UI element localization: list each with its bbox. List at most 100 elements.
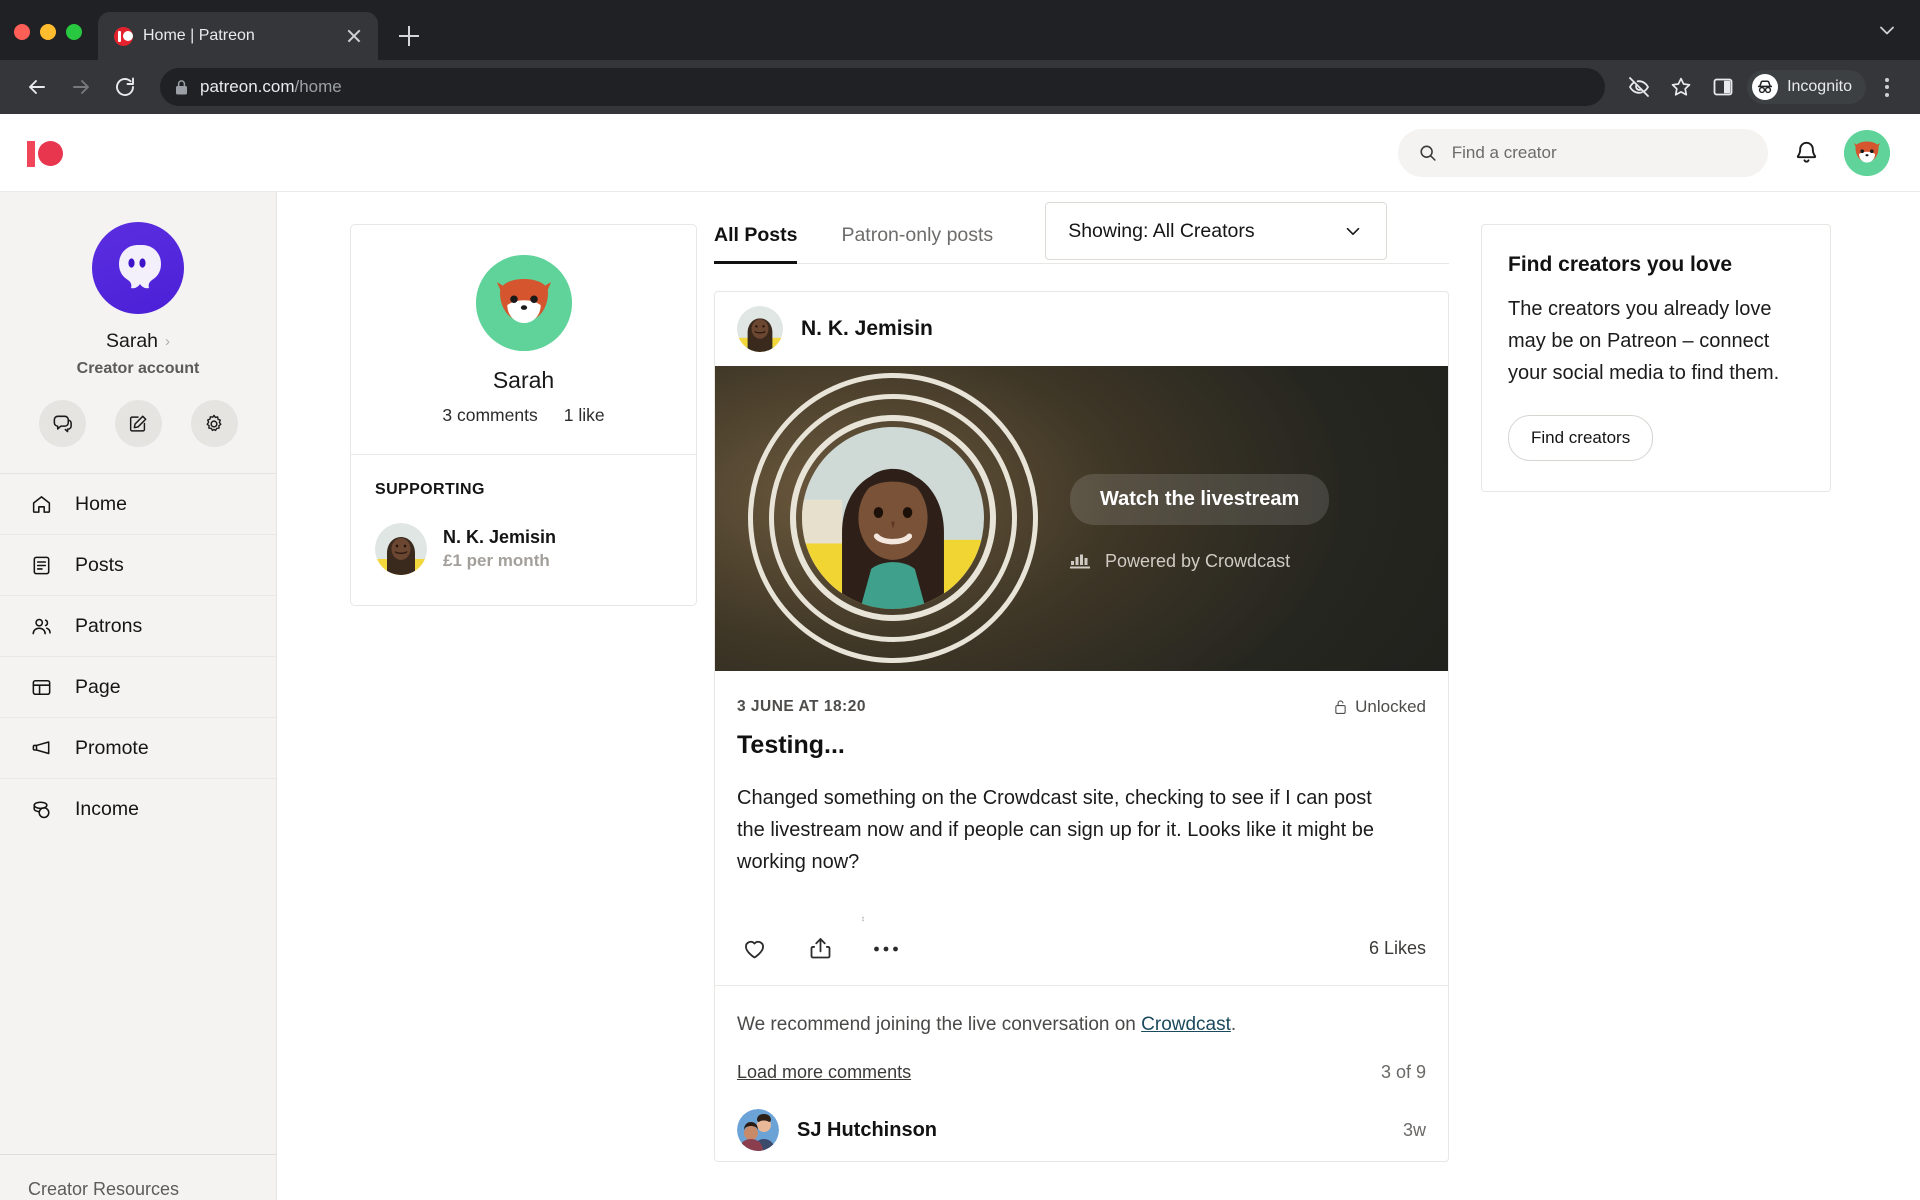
lock-icon [176,79,187,94]
host-portrait-icon [802,427,984,609]
comment-count: 3 of 9 [1380,1062,1426,1082]
maximize-window-button[interactable] [66,24,82,40]
url-domain: patreon.com [200,77,295,96]
ghost-avatar-icon [119,245,161,289]
crowdcast-link[interactable]: Crowdcast [1141,1014,1231,1035]
avatar[interactable] [1844,129,1890,176]
promo-text: The creators you already love may be on … [1508,298,1780,384]
sidebar-footer-link[interactable]: Creator Resources [0,1154,276,1200]
close-tab-icon[interactable] [342,24,366,48]
minimize-window-button[interactable] [40,24,56,40]
share-button[interactable] [803,932,837,966]
sidebar-nav: Home Posts Patrons Page Promote Income [0,474,276,839]
new-tab-button[interactable] [392,19,426,53]
settings-button[interactable] [190,400,238,447]
commenter-name[interactable]: SJ Hutchinson [797,1119,937,1142]
powered-by-label: Powered by Crowdcast [1105,551,1291,571]
search-box[interactable] [1398,128,1768,177]
tab-all-posts[interactable]: All Posts [714,224,798,264]
profile-card-stats: 3 comments 1 like [442,405,604,426]
site-header [0,114,1920,192]
livestream-host-photo [802,427,984,609]
creator-avatar-icon [375,523,427,575]
supporting-creator-tier: £1 per month [443,551,550,570]
sidebar-item-home[interactable]: Home [0,474,276,535]
recommend-text: We recommend joining the live conversati… [737,1014,1426,1036]
patreon-favicon-icon [114,26,133,46]
commenter-avatar[interactable] [737,1109,779,1151]
reload-icon[interactable] [106,68,144,106]
chevron-down-icon [1346,227,1360,236]
comments-area: We recommend joining the live conversati… [715,986,1448,1161]
post-date: 3 JUNE AT 18:20 [737,698,866,715]
pencil-square-icon [129,415,147,432]
three-dot-menu-icon[interactable] [1872,69,1902,105]
share-icon [810,938,830,959]
like-button[interactable] [737,932,771,966]
lock-status-label: Unlocked [1355,697,1426,716]
close-window-button[interactable] [14,24,30,40]
post-title[interactable]: Testing... [737,731,1426,760]
gear-icon [206,414,222,431]
body-row: Sarah › Creator account Home Posts Patro… [0,192,1920,1200]
recommend-prefix: We recommend joining the live conversati… [737,1014,1142,1035]
creator-avatar-icon [737,306,783,352]
sidebar-profile-name-row[interactable]: Sarah › [106,330,170,353]
create-post-button[interactable] [114,400,162,447]
sidebar-profile: Sarah › Creator account [0,192,276,474]
forward-arrow-icon[interactable] [62,68,100,106]
post-author-avatar[interactable] [737,306,783,352]
sidebar-item-income[interactable]: Income [0,779,276,839]
supporting-list-item[interactable]: N. K. Jemisin £1 per month [375,523,672,575]
find-creators-card: Find creators you love The creators you … [1481,224,1831,492]
sidebar-profile-name: Sarah [105,330,159,352]
incognito-profile-button[interactable]: Incognito [1747,70,1866,104]
supporting-item-text: N. K. Jemisin £1 per month [443,527,556,571]
post-banner-image[interactable]: Watch the livestream Powered by Crowdcas… [715,366,1448,671]
chevron-right-icon: › [165,333,171,350]
ghost-avatar[interactable] [92,222,184,314]
post-actions: 6 Likes [715,912,1448,986]
profile-card-avatar[interactable] [475,255,572,351]
sidebar-item-posts[interactable]: Posts [0,535,276,596]
star-icon[interactable] [1663,69,1699,105]
load-more-comments-link[interactable]: Load more comments [737,1062,911,1083]
coins-icon [28,796,54,822]
watch-livestream-button[interactable]: Watch the livestream [1070,474,1330,525]
sidebar-item-page[interactable]: Page [0,657,276,718]
promo-title: Find creators you love [1508,253,1733,276]
eye-off-icon[interactable] [1621,69,1657,105]
browser-toolbar: patreon.com/home Incognito [0,60,1920,114]
recommend-suffix: . [1230,1014,1237,1035]
more-options-button[interactable] [869,932,903,966]
back-arrow-icon[interactable] [18,68,56,106]
messages-button[interactable] [38,400,86,447]
feed-column: All Posts Patron-only posts Showing: All… [714,202,1449,1200]
ellipsis-icon [874,946,898,951]
sidebar-item-label: Home [75,492,128,515]
bell-icon[interactable] [1786,133,1826,173]
sidebar-item-label: Page [75,675,121,698]
creators-filter-dropdown[interactable]: Showing: All Creators [1045,202,1388,260]
commenter-avatar-icon [737,1109,779,1151]
side-panel-icon[interactable] [1705,69,1741,105]
creators-filter-label: Showing: All Creators [1068,219,1255,242]
sidebar-item-promote[interactable]: Promote [0,718,276,779]
address-bar[interactable]: patreon.com/home [160,68,1606,106]
sidebar-item-patrons[interactable]: Patrons [0,596,276,657]
find-creators-button[interactable]: Find creators [1508,415,1654,461]
tab-patron-only-posts[interactable]: Patron-only posts [841,224,993,264]
feed-tabs: All Posts Patron-only posts Showing: All… [714,202,1449,264]
post-author-name[interactable]: N. K. Jemisin [801,317,933,341]
sidebar-profile-role: Creator account [76,360,200,377]
tab-search-chevron-down-icon[interactable] [1876,19,1898,46]
sidebar-item-label: Patrons [75,614,143,637]
profile-card-name: Sarah [492,367,555,393]
likes-count: 1 like [563,405,605,425]
banner-cta-group: Watch the livestream Powered by Crowdcas… [1070,474,1400,572]
search-input[interactable] [1451,142,1748,163]
browser-tab[interactable]: Home | Patreon [98,12,378,60]
sidebar: Sarah › Creator account Home Posts Patro… [0,192,277,1200]
profile-card-top: Sarah 3 comments 1 like [351,225,696,455]
patreon-logo-icon[interactable] [22,132,68,174]
